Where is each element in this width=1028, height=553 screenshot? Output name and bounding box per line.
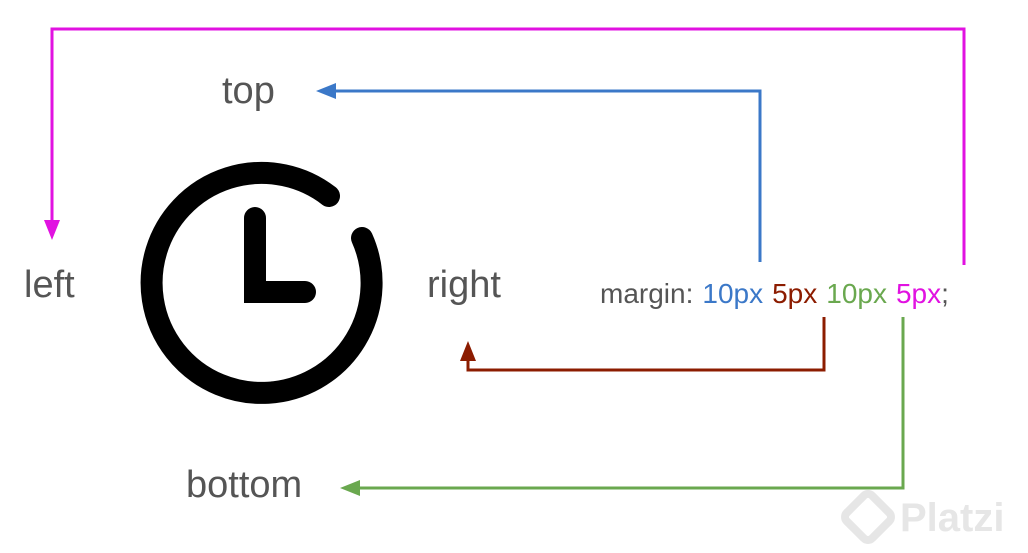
clock-icon [140,161,383,404]
right-connector [460,317,826,372]
label-top: top [222,70,275,112]
right-arrowhead [460,341,476,361]
code-property: margin: [600,278,693,309]
top-arrowhead [316,83,336,99]
left-arrowhead [44,220,60,240]
code-left-value: 5px [896,278,941,309]
left-connector [44,27,966,265]
platzi-watermark-text: Platzi [900,496,1004,540]
bottom-connector [340,317,905,496]
platzi-logo-icon [841,490,895,544]
bottom-arrowhead [340,480,360,496]
label-left: left [24,264,75,306]
margin-shorthand-diagram: Platzi top left right bottom margin: 10px… [24,27,1004,544]
code-terminator: ; [941,278,949,309]
code-bottom-value: 10px [826,278,887,309]
top-connector [316,83,762,262]
code-top-value: 10px [702,278,763,309]
code-right-value: 5px [772,278,817,309]
margin-declaration: margin: 10px 5px 10px 5px; [600,278,949,309]
label-bottom: bottom [186,464,302,506]
label-right: right [427,264,501,306]
platzi-watermark: Platzi [841,490,1004,544]
